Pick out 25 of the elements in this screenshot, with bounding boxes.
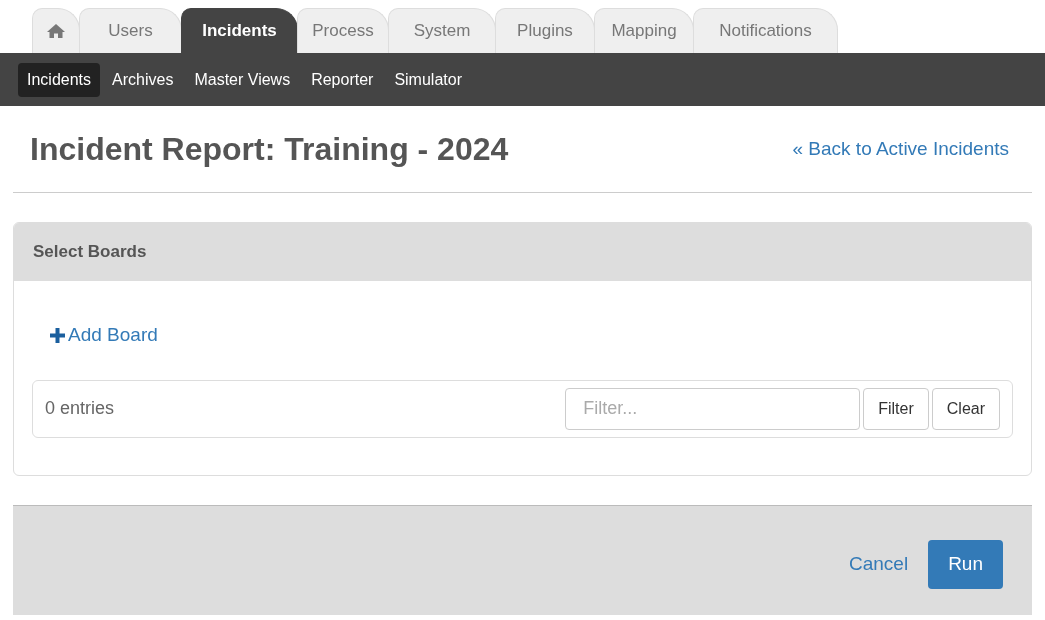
filter-button[interactable]: Filter	[863, 387, 929, 430]
nav-tab[interactable]: Process	[297, 8, 389, 53]
plus-icon	[50, 327, 65, 343]
nav-tab[interactable]: Notifications	[693, 8, 838, 53]
subnav-item[interactable]: Master Views	[185, 62, 300, 97]
subnav-item[interactable]: Reporter	[302, 62, 383, 97]
home-tab[interactable]	[32, 8, 80, 53]
subnav-item[interactable]: Simulator	[385, 62, 471, 97]
home-icon	[46, 23, 66, 39]
nav-tab[interactable]: Mapping	[594, 8, 694, 53]
cancel-link[interactable]: Cancel	[849, 549, 909, 579]
entries-count: 0 entries	[45, 397, 115, 420]
nav-tab[interactable]: Incidents	[181, 8, 298, 53]
nav-tab[interactable]: Plugins	[495, 8, 595, 53]
subnav-item[interactable]: Incidents	[18, 62, 101, 97]
nav-tab[interactable]: System	[388, 8, 496, 53]
page-title: Incident Report: Training - 2024	[30, 130, 509, 169]
subnav-item[interactable]: Archives	[103, 62, 183, 97]
panel-title: Select Boards	[33, 241, 147, 264]
filter-field[interactable]: Filter...	[565, 387, 861, 430]
add-board-link[interactable]: Add Board	[50, 321, 158, 350]
nav-tab[interactable]: Users	[79, 8, 182, 53]
clear-button[interactable]: Clear	[931, 387, 1000, 430]
back-link[interactable]: « Back to Active Incidents	[792, 134, 1009, 164]
run-button[interactable]: Run	[928, 539, 1003, 589]
